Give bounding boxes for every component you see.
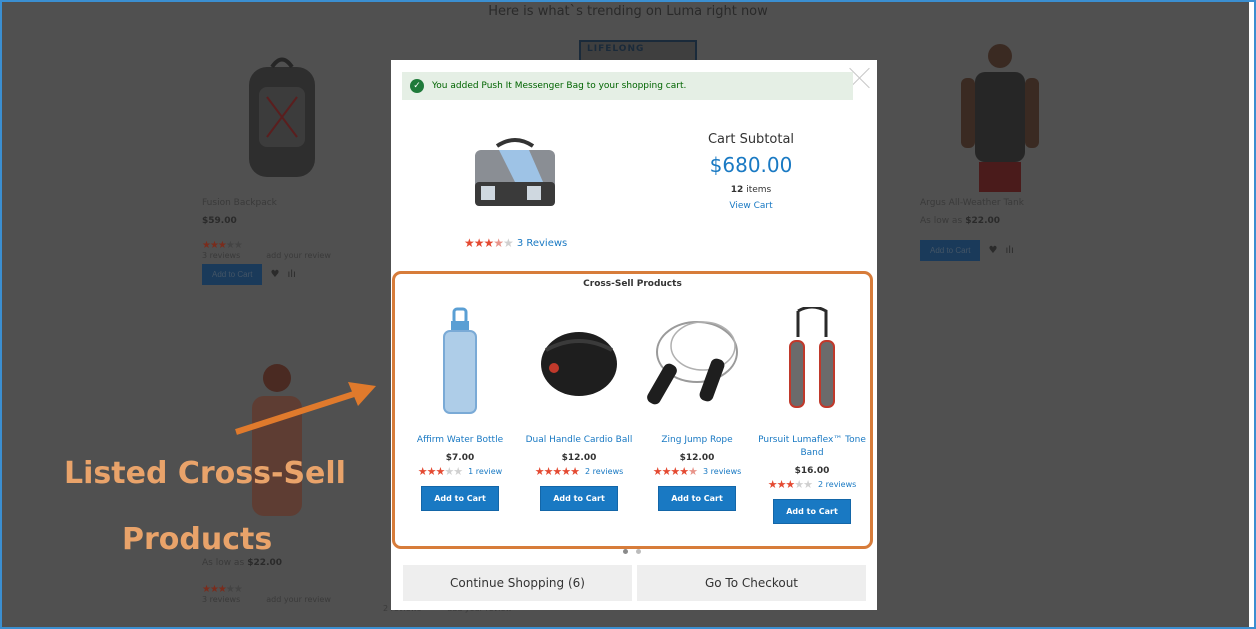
cross-sell-item-name[interactable]: Affirm Water Bottle xyxy=(401,434,519,447)
wishlist-heart-icon[interactable]: ♥ xyxy=(270,269,279,280)
bg-add-review-link[interactable]: add your review xyxy=(266,595,331,604)
cross-sell-item-name[interactable]: Pursuit Lumaflex™ Tone Band xyxy=(753,434,871,460)
reviews-link[interactable]: 3 Reviews xyxy=(517,238,567,249)
bg-add-to-cart-button[interactable]: Add to Cart xyxy=(202,264,263,285)
cross-sell-reviews-link[interactable]: 3 reviews xyxy=(703,467,741,476)
bg-product-name[interactable]: Fusion Backpack xyxy=(202,198,362,208)
success-message-text: You added Push It Messenger Bag to your … xyxy=(432,81,687,91)
trending-heading: Here is what`s trending on Luma right no… xyxy=(488,4,768,19)
lifelong-tag: LIFELONG xyxy=(579,40,697,62)
cross-sell-item-rating: ★★★★★ 1 review xyxy=(401,465,519,478)
bg-add-to-cart-button[interactable]: Add to Cart xyxy=(920,240,981,261)
bg-product-price: $59.00 xyxy=(202,216,237,226)
cross-sell-item: Dual Handle Cardio Ball $12.00 ★★★★★ 2 r… xyxy=(520,304,638,511)
bg-reviews-link[interactable]: 3 reviews xyxy=(202,595,240,604)
cross-sell-item-rating: ★★★★★ 2 reviews xyxy=(753,478,871,491)
cross-sell-item-name[interactable]: Dual Handle Cardio Ball xyxy=(520,434,638,447)
checkmark-icon: ✓ xyxy=(410,79,424,93)
add-to-cart-button[interactable]: Add to Cart xyxy=(421,486,499,511)
bg-product-card: Fusion Backpack $59.00 ★★★★★ 3 reviews a… xyxy=(202,42,362,285)
add-to-cart-modal: ✓ You added Push It Messenger Bag to you… xyxy=(391,60,877,610)
messenger-bag-image xyxy=(469,132,561,216)
bg-product-card: Argus All-Weather Tank As low as $22.00 … xyxy=(920,42,1080,261)
add-to-cart-button[interactable]: Add to Cart xyxy=(658,486,736,511)
tank-top-model-image xyxy=(920,42,1080,192)
page-frame: Here is what`s trending on Luma right no… xyxy=(0,0,1256,629)
cart-summary: Cart Subtotal $680.00 12 items View Cart xyxy=(691,132,811,211)
tone-band-image[interactable] xyxy=(753,304,871,420)
cross-sell-section: Cross-Sell Products Affirm Water Bottle … xyxy=(392,271,873,549)
cart-subtotal-label: Cart Subtotal xyxy=(707,132,795,147)
rating-stars: ★★★★★ xyxy=(652,465,698,478)
add-to-cart-button[interactable]: Add to Cart xyxy=(773,499,851,524)
cross-sell-item: Pursuit Lumaflex™ Tone Band $16.00 ★★★★★… xyxy=(753,304,871,524)
bg-product-name[interactable]: Argus All-Weather Tank xyxy=(920,198,1080,208)
rating-stars: ★★★★★ xyxy=(534,465,580,478)
bg-product-actions: Add to Cart ♥ ılı xyxy=(920,240,1080,261)
annotation-label-line2: Products xyxy=(122,522,273,557)
cross-sell-reviews-link[interactable]: 2 reviews xyxy=(818,480,856,489)
wishlist-heart-icon[interactable]: ♥ xyxy=(988,245,997,256)
cross-sell-reviews-link[interactable]: 1 review xyxy=(468,467,502,476)
carousel-dot[interactable] xyxy=(623,549,628,554)
carousel-dot[interactable] xyxy=(636,549,641,554)
cross-sell-item-price: $7.00 xyxy=(445,453,475,463)
jump-rope-image[interactable] xyxy=(638,304,756,420)
rating-stars: ★★★★★ xyxy=(464,236,514,250)
bg-reviews-link[interactable]: 3 reviews xyxy=(202,251,240,260)
cross-sell-item-rating: ★★★★★ 2 reviews xyxy=(520,465,638,478)
bg-review-links: 3 reviews add your review xyxy=(202,595,362,604)
rating-stars: ★★★★★ xyxy=(767,478,813,491)
bg-review-links: 3 reviews add your review xyxy=(202,251,362,260)
bg-rating-stars: ★★★★★ xyxy=(202,584,243,595)
cardio-ball-image[interactable] xyxy=(520,304,638,420)
rating-stars: ★★★★★ xyxy=(417,465,463,478)
cross-sell-title: Cross-Sell Products xyxy=(583,279,682,289)
go-to-checkout-button[interactable]: Go To Checkout xyxy=(637,565,866,601)
cross-sell-item-price: $12.00 xyxy=(679,453,715,463)
cross-sell-item-price: $16.00 xyxy=(794,466,830,476)
product-rating: ★★★★★ 3 Reviews xyxy=(464,236,567,250)
cross-sell-item: Affirm Water Bottle $7.00 ★★★★★ 1 review… xyxy=(401,304,519,511)
bg-rating-stars: ★★★★★ xyxy=(202,240,243,251)
view-cart-link[interactable]: View Cart xyxy=(691,201,811,211)
continue-shopping-button[interactable]: Continue Shopping (6) xyxy=(403,565,632,601)
cross-sell-item-name[interactable]: Zing Jump Rope xyxy=(638,434,756,447)
cart-item-count: 12 items xyxy=(730,185,772,195)
carousel-dots xyxy=(623,549,641,554)
success-message: ✓ You added Push It Messenger Bag to you… xyxy=(402,72,853,100)
cross-sell-item-price: $12.00 xyxy=(561,453,597,463)
bg-product-price: As low as $22.00 xyxy=(202,558,283,568)
compare-chart-icon[interactable]: ılı xyxy=(287,269,295,280)
cross-sell-reviews-link[interactable]: 2 reviews xyxy=(585,467,623,476)
annotation-arrow-icon xyxy=(235,382,376,435)
bg-product-actions: Add to Cart ♥ ılı xyxy=(202,264,362,285)
frame-edge xyxy=(1249,2,1254,627)
compare-chart-icon[interactable]: ılı xyxy=(1005,245,1013,256)
cross-sell-item: Zing Jump Rope $12.00 ★★★★★ 3 reviews Ad… xyxy=(638,304,756,511)
bg-add-review-link[interactable]: add your review xyxy=(266,251,331,260)
bg-product-card: As low as $22.00 ★★★★★ 3 reviews add you… xyxy=(202,558,362,604)
cross-sell-item-rating: ★★★★★ 3 reviews xyxy=(638,465,756,478)
bg-product-price: As low as $22.00 xyxy=(920,216,1001,226)
annotation-label-line1: Listed Cross-Sell xyxy=(64,456,346,491)
add-to-cart-button[interactable]: Add to Cart xyxy=(540,486,618,511)
cart-subtotal-amount: $680.00 xyxy=(709,153,793,177)
backpack-image xyxy=(202,42,362,192)
water-bottle-image[interactable] xyxy=(401,304,519,420)
